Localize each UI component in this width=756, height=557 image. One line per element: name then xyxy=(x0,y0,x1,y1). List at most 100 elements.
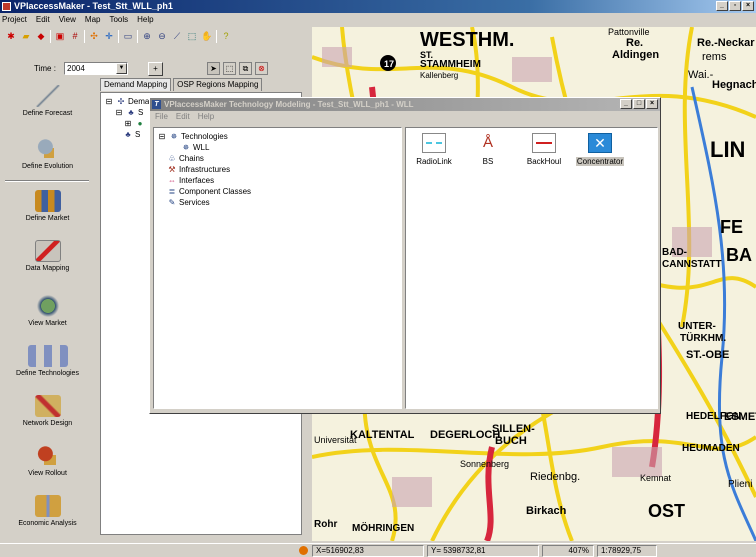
tree-node-chains[interactable]: ♧ Chains xyxy=(167,153,204,164)
map-label: FE xyxy=(720,217,744,237)
help-icon[interactable]: ? xyxy=(220,30,232,42)
tree-node-s2[interactable]: ♣ S xyxy=(123,129,140,140)
dialog-menu-help[interactable]: Help xyxy=(198,111,214,123)
new-project-icon[interactable]: ✱ xyxy=(5,30,17,42)
minimize-button[interactable]: _ xyxy=(716,1,728,11)
tree-node-technologies[interactable]: ⊟ ✵ Technologies xyxy=(157,131,228,142)
tree-node-infrastructures[interactable]: ⚒ Infrastructures xyxy=(167,164,230,175)
component-bs[interactable]: Å BS xyxy=(462,133,514,166)
map-label: Universität xyxy=(314,435,357,445)
time-plus-button[interactable]: + xyxy=(148,62,163,76)
map-label: Rohr xyxy=(314,519,338,530)
zoom-in-icon[interactable]: ⊕ xyxy=(141,30,153,42)
tree-node-wll[interactable]: ✵ WLL xyxy=(181,142,210,153)
nav-define-market[interactable]: Define Market xyxy=(0,190,95,222)
map-view-icon[interactable]: ▭ xyxy=(122,30,134,42)
tree-node-interfaces[interactable]: ⇔ Interfaces xyxy=(167,175,214,186)
collapse-icon[interactable]: ⊟ xyxy=(157,131,167,142)
technology-icon: ✵ xyxy=(182,143,190,152)
menu-map[interactable]: Map xyxy=(85,13,101,26)
menu-project[interactable]: Project xyxy=(2,13,27,26)
network-design-icon xyxy=(34,395,61,417)
services-icon: ✎ xyxy=(168,198,176,207)
expand-icon[interactable]: ⊟ xyxy=(104,96,114,107)
tree-item-icon: ♣ xyxy=(125,130,131,139)
dialog-minimize-button[interactable]: _ xyxy=(620,99,632,109)
status-x-coordinate: X=516902,83 xyxy=(312,545,424,557)
folder-icon[interactable]: ◆ xyxy=(35,30,47,42)
dialog-menu-edit[interactable]: Edit xyxy=(176,111,190,123)
menu-tools[interactable]: Tools xyxy=(109,13,128,26)
map-label: Pattonville xyxy=(608,27,650,37)
menu-help[interactable]: Help xyxy=(137,13,153,26)
dialog-menu-file[interactable]: File xyxy=(155,111,168,123)
component-backhoul[interactable]: BackHoul xyxy=(518,133,570,166)
report-icon[interactable]: ▣ xyxy=(54,30,66,42)
map-label: TÜRKHM. xyxy=(680,333,727,344)
tree-node-child[interactable]: ⊞ ● xyxy=(123,118,147,129)
tab-demand-mapping[interactable]: Demand Mapping xyxy=(100,78,172,91)
app-title: VPIaccessMaker - Test_Stt_WLL_ph1 xyxy=(14,1,173,11)
close-button[interactable]: × xyxy=(742,1,754,11)
time-select[interactable]: 2004 ▼ xyxy=(64,62,128,75)
map-label: DEGERLOCH xyxy=(430,429,501,441)
tree-node-root[interactable]: ⊟ ✣ Dema xyxy=(104,96,150,107)
status-y-coordinate: Y= 5398732,81 xyxy=(427,545,539,557)
map-label: Plieni xyxy=(728,479,753,490)
expand-icon[interactable]: ⊟ xyxy=(114,107,124,118)
nav-view-market[interactable]: View Market xyxy=(0,295,95,327)
component-concentrator[interactable]: ✕ Concentrator xyxy=(572,133,628,166)
map-label: LIN xyxy=(710,137,746,162)
layers-icon[interactable]: ✣ xyxy=(88,30,100,42)
dialog-title: VPIaccessMaker Technology Modeling - Tes… xyxy=(164,100,414,109)
nav-define-forecast[interactable]: Define Forecast xyxy=(0,85,95,117)
infrastructures-icon: ⚒ xyxy=(168,165,176,174)
tab-osp-regions-mapping[interactable]: OSP Regions Mapping xyxy=(173,78,263,91)
zoom-out-icon[interactable]: ⊖ xyxy=(156,30,168,42)
dialog-titlebar: T VPIaccessMaker Technology Modeling - T… xyxy=(150,98,660,111)
tree-node-component-classes[interactable]: ≣ Component Classes xyxy=(167,186,251,197)
stop-icon[interactable]: ⊗ xyxy=(255,62,268,75)
main-toolbar: ✱ ▰ ◆ ▣ # ✣ ✛ ▭ ⊕ ⊖ ⟋ ⬚ ✋ ? xyxy=(0,27,312,45)
technology-modeling-dialog: T VPIaccessMaker Technology Modeling - T… xyxy=(149,97,661,414)
select-region-icon[interactable]: ⬚ xyxy=(186,30,198,42)
map-label: WESTHM. xyxy=(420,29,515,51)
chains-icon: ♧ xyxy=(168,154,176,163)
measure-icon[interactable]: ⟋ xyxy=(171,30,183,42)
map-label: HEUMADEN xyxy=(682,443,740,454)
chevron-down-icon[interactable]: ▼ xyxy=(116,63,127,74)
dialog-menubar: File Edit Help xyxy=(150,111,660,123)
interfaces-icon: ⇔ xyxy=(168,176,176,185)
map-label: rems xyxy=(702,51,727,63)
menu-view[interactable]: View xyxy=(59,13,76,26)
pointer-icon[interactable]: ➤ xyxy=(207,62,220,75)
mapping-tabs: Demand Mapping OSP Regions Mapping xyxy=(97,78,305,92)
nav-network-design[interactable]: Network Design xyxy=(0,395,95,427)
map-label: Re. xyxy=(626,37,644,49)
map-label: Aldingen xyxy=(612,49,660,61)
tree-node-s1[interactable]: ⊟ ♣ S xyxy=(114,107,144,118)
grid-icon[interactable]: # xyxy=(69,30,81,42)
open-icon[interactable]: ▰ xyxy=(20,30,32,42)
menu-edit[interactable]: Edit xyxy=(36,13,50,26)
component-radiolink[interactable]: RadioLink xyxy=(408,133,460,166)
nav-view-rollout[interactable]: View Rollout xyxy=(0,445,95,477)
nav-define-evolution[interactable]: Define Evolution xyxy=(0,138,95,170)
multi-select-icon[interactable]: ⧉ xyxy=(239,62,252,75)
tree-node-services[interactable]: ✎ Services xyxy=(167,197,210,208)
nav-data-mapping[interactable]: Data Mapping xyxy=(0,240,95,272)
toolbar-separator xyxy=(50,29,51,43)
expand-icon[interactable]: ⊞ xyxy=(123,118,133,129)
crosshair-icon[interactable]: ✛ xyxy=(103,30,115,42)
nav-economic-analysis[interactable]: Economic Analysis xyxy=(0,495,95,527)
rollout-icon xyxy=(34,445,61,467)
dialog-maximize-button[interactable]: □ xyxy=(633,99,645,109)
restore-button[interactable]: ▫ xyxy=(729,1,741,11)
menubar: Project Edit View Map Tools Help xyxy=(0,13,756,26)
nav-define-technologies[interactable]: Define Technologies xyxy=(0,345,95,377)
map-label: BA xyxy=(726,245,752,265)
time-value: 2004 xyxy=(67,64,85,73)
dialog-close-button[interactable]: × xyxy=(646,99,658,109)
select-pointer-icon[interactable]: ⬚ xyxy=(223,62,236,75)
pan-icon[interactable]: ✋ xyxy=(201,30,213,42)
